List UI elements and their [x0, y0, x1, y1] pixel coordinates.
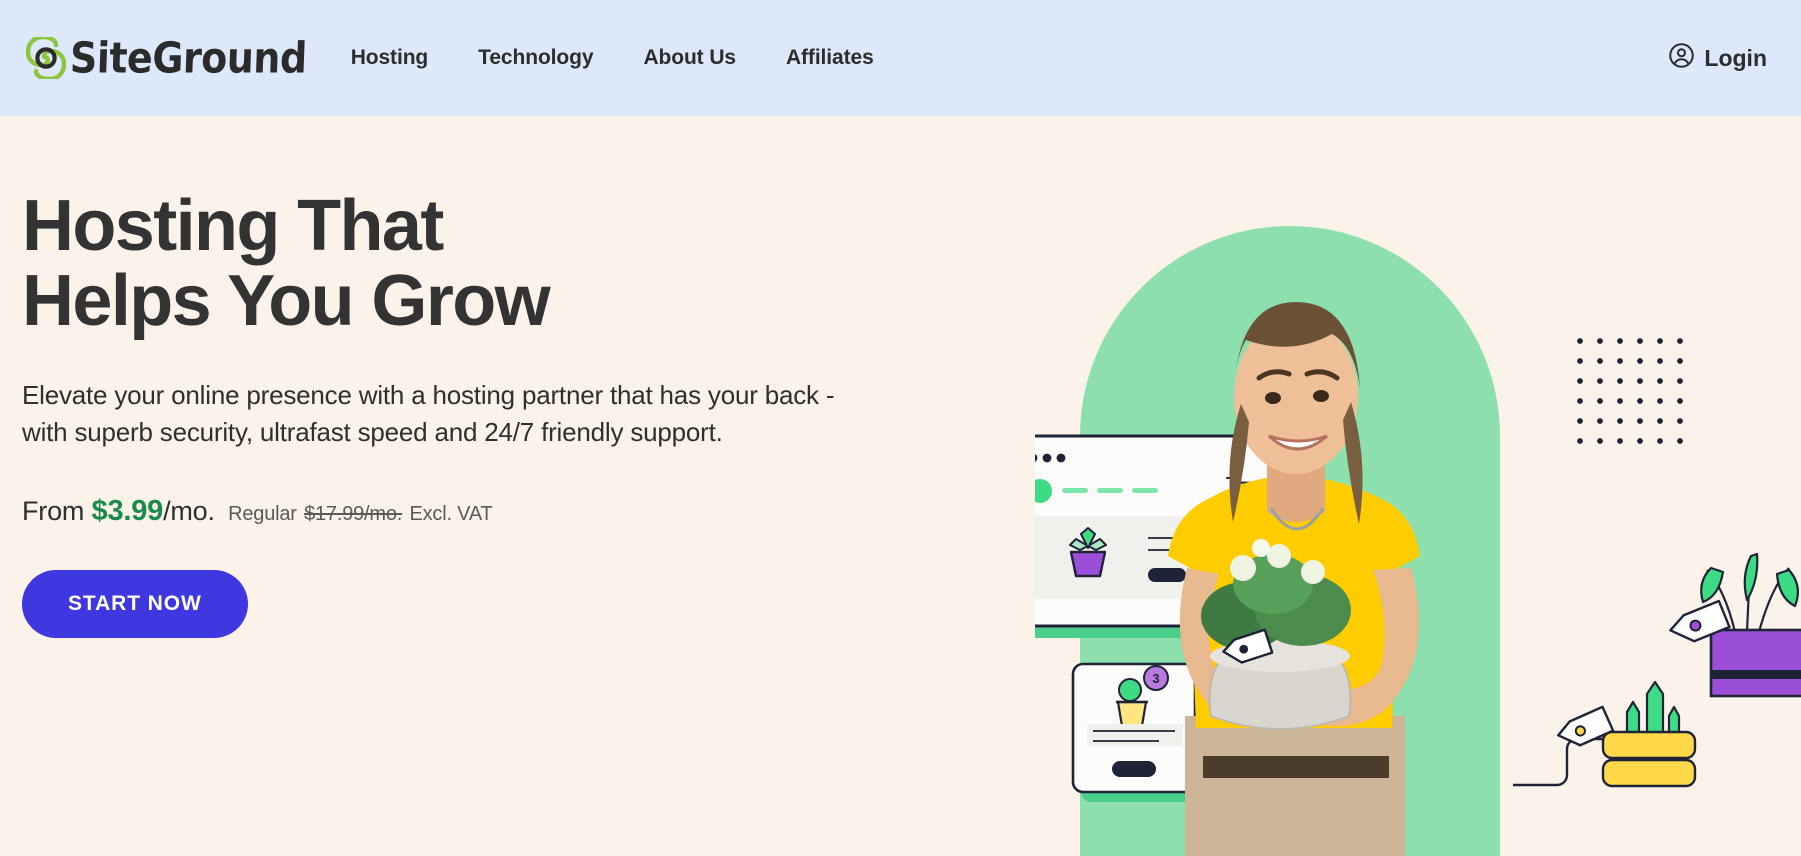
siteground-spiral-logo-icon [26, 37, 66, 79]
price-regular-value: $17.99/mo. [304, 502, 403, 525]
user-circle-icon [1668, 42, 1695, 74]
nav-item-hosting[interactable]: Hosting [351, 46, 429, 70]
hero-subtitle: Elevate your online presence with a host… [22, 379, 835, 447]
siteground-logo[interactable]: SiteGround [26, 33, 308, 83]
dot-pattern-upper [1565, 338, 1685, 456]
small-card-cta-pill [1112, 761, 1156, 777]
page-title: Hosting That Helps You Grow [22, 186, 551, 341]
site-header: SiteGround Hosting Technology About Us A… [0, 0, 1801, 116]
login-label: Login [1704, 44, 1767, 71]
main-navigation: Hosting Technology About Us Affiliates [351, 46, 874, 70]
price-amount: $3.99 [91, 494, 164, 527]
small-product-card: 3 [1071, 662, 1197, 794]
price-vat-note: Excl. VAT [409, 502, 493, 525]
logo-wordmark: SiteGround [69, 33, 308, 83]
badge-count: 3 [1152, 671, 1159, 686]
price-prefix: From [22, 495, 85, 526]
traffic-light-dot [1042, 453, 1052, 463]
hero-copy: Hosting That Helps You Grow Elevate your… [22, 189, 1022, 638]
price-regular-label: Regular [228, 502, 297, 525]
card-cta-pill [1148, 568, 1186, 582]
login-button[interactable]: Login [1668, 42, 1767, 74]
price-period: /mo. [163, 495, 215, 526]
price-line: From $3.99/mo. Regular $17.99/mo. Excl. … [22, 495, 1022, 528]
nav-item-technology[interactable]: Technology [478, 46, 593, 70]
yellow-pots-cactus-graphic [1513, 680, 1697, 788]
hero-illustration: 3 [1035, 116, 1801, 856]
nav-item-about-us[interactable]: About Us [643, 46, 736, 70]
hero-section: Hosting That Helps You Grow Elevate your… [0, 116, 1801, 856]
start-now-button[interactable]: START NOW [22, 569, 248, 638]
traffic-light-dot [1056, 453, 1066, 463]
purple-pot-snakeplant-graphic [1669, 552, 1801, 698]
nav-item-affiliates[interactable]: Affiliates [786, 46, 874, 70]
